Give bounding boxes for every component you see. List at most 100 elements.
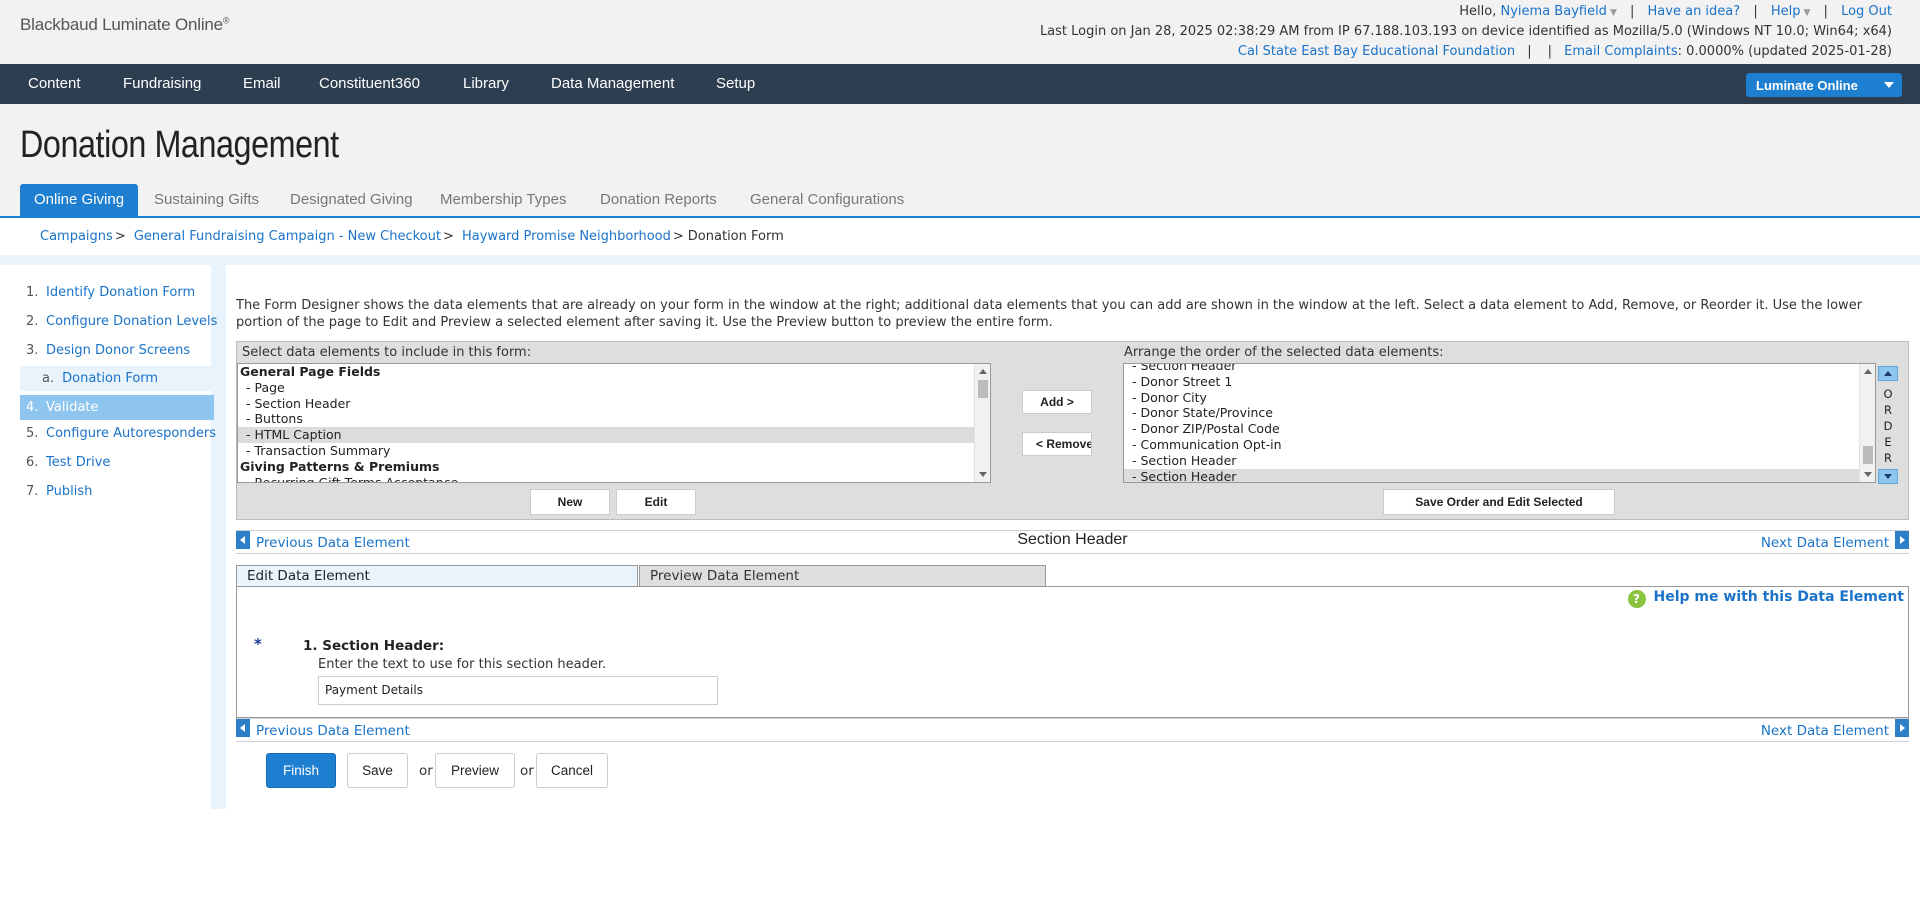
brand-logo[interactable]: Blackbaud Luminate Online® <box>20 15 230 35</box>
nav-library[interactable]: Library <box>463 64 509 104</box>
scroll-up-icon <box>1864 369 1872 374</box>
nav-constituent360[interactable]: Constituent360 <box>319 64 420 104</box>
chevron-down-icon[interactable]: ▼ <box>1803 8 1810 18</box>
chevron-right-icon[interactable] <box>1895 719 1909 737</box>
list-item[interactable]: - Transaction Summary <box>238 443 990 459</box>
last-login-text: Last Login on Jan 28, 2025 02:38:29 AM f… <box>1039 24 1892 39</box>
breadcrumb-form-group[interactable]: Hayward Promise Neighborhood <box>462 229 671 244</box>
available-elements-label: Select data elements to include in this … <box>242 345 532 360</box>
substep-donation-form[interactable]: a. Donation Form <box>20 366 214 391</box>
form-designer: Select data elements to include in this … <box>236 341 1909 520</box>
scrollbar[interactable] <box>1859 364 1875 482</box>
list-item[interactable]: General Page Fields <box>238 364 990 380</box>
step-identify-donation-form[interactable]: 1. Identify Donation Form <box>20 283 214 312</box>
move-up-button[interactable] <box>1878 366 1898 381</box>
element-navigation-top: Previous Data Element Section Header Nex… <box>236 530 1909 554</box>
user-menu-row: Hello, Nyiema Bayfield ▼ | Have an idea? … <box>1459 4 1892 19</box>
page-header: Donation Management Online Giving Sustai… <box>0 104 1920 218</box>
tab-online-giving[interactable]: Online Giving <box>20 184 139 216</box>
breadcrumb: Campaigns > General Fundraising Campaign … <box>40 229 784 244</box>
save-order-and-edit-button[interactable]: Save Order and Edit Selected <box>1383 489 1615 515</box>
list-item[interactable]: - Buttons <box>238 411 990 427</box>
main-navigation: Content Fundraising Email Constituent360… <box>0 64 1920 104</box>
arrow-up-icon <box>1884 371 1892 376</box>
list-item[interactable]: - Donor Street 1 <box>1124 374 1875 390</box>
content-rail-top <box>0 255 1920 265</box>
luminate-online-label: Luminate Online <box>1756 78 1858 93</box>
nav-email[interactable]: Email <box>243 64 281 104</box>
element-navigation-bottom: Previous Data Element Next Data Element <box>236 718 1909 742</box>
next-data-element-link[interactable]: Next Data Element <box>1761 535 1889 551</box>
save-button[interactable]: Save <box>347 753 408 788</box>
chevron-left-icon[interactable] <box>236 719 250 737</box>
luminate-online-button[interactable]: Luminate Online <box>1746 73 1902 97</box>
step-validate[interactable]: 4. Validate <box>20 395 214 420</box>
list-item-selected[interactable]: - Section Header <box>1124 468 1875 482</box>
breadcrumb-current: Donation Form <box>687 229 784 244</box>
form-designer-intro: The Form Designer shows the data element… <box>236 298 1863 330</box>
list-item[interactable]: - Recurring Gift Terms Acceptance <box>238 475 990 482</box>
step-publish[interactable]: 7. Publish <box>20 482 214 511</box>
email-complaints-link[interactable]: Email Complaints <box>1564 44 1677 59</box>
scrollbar[interactable] <box>974 364 990 482</box>
scroll-up-icon <box>979 369 987 374</box>
step-configure-donation-levels[interactable]: 2. Configure Donation Levels <box>20 312 217 341</box>
nav-content[interactable]: Content <box>28 64 81 104</box>
scroll-down-icon <box>1864 472 1872 477</box>
list-item[interactable]: - Donor City <box>1124 390 1875 406</box>
preview-button[interactable]: Preview <box>435 753 515 788</box>
selected-elements-list[interactable]: - Section Header - Donor Street 1 - Dono… <box>1123 363 1876 483</box>
email-complaints-value: : 0.0000% (updated 2025-01-28) <box>1677 44 1892 59</box>
chevron-down-icon <box>1884 82 1894 88</box>
tab-sustaining-gifts[interactable]: Sustaining Gifts <box>140 184 273 216</box>
edit-button[interactable]: Edit <box>616 489 696 515</box>
or-separator: or <box>520 763 534 779</box>
breadcrumb-campaign[interactable]: General Fundraising Campaign - New Check… <box>134 229 441 244</box>
nav-setup[interactable]: Setup <box>716 64 755 104</box>
have-an-idea-link[interactable]: Have an idea? <box>1648 4 1741 19</box>
help-icon: ? <box>1627 590 1646 608</box>
chevron-right-icon[interactable] <box>1895 531 1909 549</box>
tab-membership-types[interactable]: Membership Types <box>426 184 580 216</box>
log-out-link[interactable]: Log Out <box>1841 4 1892 19</box>
tab-general-configurations[interactable]: General Configurations <box>736 184 918 216</box>
user-name-link[interactable]: Nyiema Bayfield <box>1501 4 1607 19</box>
list-item[interactable]: - Section Header <box>1124 364 1875 374</box>
section-header-input[interactable]: Payment Details <box>318 676 718 705</box>
or-separator: or <box>419 763 433 779</box>
help-menu-link[interactable]: Help <box>1771 4 1801 19</box>
list-item[interactable]: - Section Header <box>1124 453 1875 469</box>
organization-link[interactable]: Cal State East Bay Educational Foundatio… <box>1238 44 1515 59</box>
list-item[interactable]: - Communication Opt-in <box>1124 437 1875 453</box>
list-item[interactable]: Giving Patterns & Premiums <box>238 459 990 475</box>
cancel-button[interactable]: Cancel <box>536 753 608 788</box>
nav-fundraising[interactable]: Fundraising <box>123 64 201 104</box>
tab-donation-reports[interactable]: Donation Reports <box>586 184 731 216</box>
list-item[interactable]: - Section Header <box>238 396 990 412</box>
chevron-down-icon[interactable]: ▼ <box>1610 8 1617 18</box>
finish-button[interactable]: Finish <box>266 753 336 788</box>
list-item[interactable]: - Donor State/Province <box>1124 405 1875 421</box>
required-indicator: * <box>254 635 262 653</box>
nav-data-management[interactable]: Data Management <box>551 64 674 104</box>
breadcrumb-campaigns[interactable]: Campaigns <box>40 229 113 244</box>
list-item[interactable]: - Donor ZIP/Postal Code <box>1124 421 1875 437</box>
next-data-element-link[interactable]: Next Data Element <box>1761 723 1889 739</box>
step-test-drive[interactable]: 6. Test Drive <box>20 453 214 482</box>
tab-preview-data-element[interactable]: Preview Data Element <box>639 565 1046 587</box>
list-item-selected[interactable]: - HTML Caption <box>238 427 990 443</box>
step-configure-autoresponders[interactable]: 5. Configure Autoresponders <box>20 424 216 453</box>
tab-designated-giving[interactable]: Designated Giving <box>276 184 427 216</box>
scroll-thumb <box>1863 446 1873 464</box>
selected-elements-label: Arrange the order of the selected data e… <box>1124 345 1444 360</box>
tab-edit-data-element[interactable]: Edit Data Element <box>236 565 638 587</box>
remove-button[interactable]: < Remove <box>1022 432 1092 456</box>
available-elements-list[interactable]: General Page Fields - Page - Section Hea… <box>237 363 991 483</box>
previous-data-element-link[interactable]: Previous Data Element <box>256 723 410 739</box>
element-title: Section Header <box>1017 531 1128 548</box>
help-data-element-link[interactable]: ? Help me with this Data Element <box>1627 589 1904 608</box>
new-button[interactable]: New <box>530 489 610 515</box>
move-down-button[interactable] <box>1878 469 1898 484</box>
add-button[interactable]: Add > <box>1022 390 1092 414</box>
list-item[interactable]: - Page <box>238 380 990 396</box>
